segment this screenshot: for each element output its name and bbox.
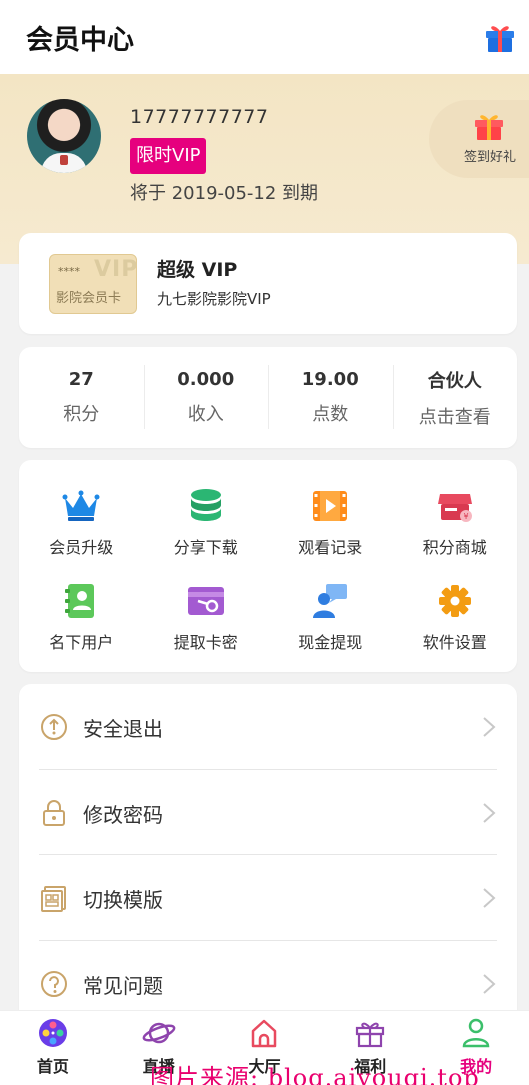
vip-ticket-image: **** VIP 影院会员卡 bbox=[49, 254, 137, 314]
grid-label: 提取卡密 bbox=[173, 632, 238, 652]
user-phone: 17777777777 bbox=[130, 106, 269, 128]
ticket-vip-text: VIP bbox=[94, 257, 139, 282]
lock-icon bbox=[43, 800, 65, 826]
function-grid: 会员升级 分享下载 观看记录 ¥ 积分商城 名下用户 提取卡密 现金提现 软件设… bbox=[19, 460, 517, 672]
logout-icon bbox=[41, 714, 67, 740]
grid-item-users[interactable]: 名下用户 bbox=[19, 569, 144, 664]
vip-name: 超级 VIP bbox=[157, 259, 238, 281]
menu-label: 安全退出 bbox=[83, 716, 163, 741]
menu-label: 修改密码 bbox=[83, 802, 163, 827]
stat-value: 合伙人 bbox=[427, 370, 482, 392]
menu-label: 切换模版 bbox=[83, 887, 163, 912]
film-reel-icon bbox=[38, 1019, 67, 1047]
gift-icon[interactable] bbox=[483, 20, 517, 54]
gift-icon bbox=[475, 115, 503, 140]
house-icon bbox=[252, 1019, 277, 1048]
planet-icon bbox=[142, 1022, 176, 1044]
stat-credits[interactable]: 19.00 点数 bbox=[268, 347, 393, 448]
template-icon bbox=[41, 886, 66, 912]
menu-item-template[interactable]: 切换模版 bbox=[39, 855, 497, 941]
tab-label: 首页 bbox=[36, 1057, 69, 1076]
avatar[interactable] bbox=[27, 99, 101, 173]
gift-icon bbox=[356, 1022, 385, 1048]
stat-label: 点数 bbox=[312, 404, 349, 425]
tab-home[interactable]: 首页 bbox=[0, 1011, 106, 1085]
menu-item-logout[interactable]: 安全退出 bbox=[39, 684, 497, 770]
signin-button[interactable]: 签到好礼 bbox=[429, 100, 529, 178]
top-bar: 会员中心 bbox=[0, 0, 529, 74]
grid-label: 软件设置 bbox=[422, 632, 487, 652]
ticket-label: 影院会员卡 bbox=[56, 291, 122, 306]
grid-item-shop[interactable]: ¥ 积分商城 bbox=[393, 474, 518, 569]
stat-value: 0.000 bbox=[177, 369, 235, 390]
crown-icon bbox=[62, 490, 100, 521]
grid-label: 分享下载 bbox=[173, 537, 238, 557]
chevron-right-icon bbox=[483, 888, 496, 908]
stat-label: 积分 bbox=[63, 404, 100, 425]
grid-item-share[interactable]: 分享下载 bbox=[144, 474, 269, 569]
stat-value: 27 bbox=[68, 369, 94, 390]
chevron-right-icon bbox=[483, 717, 496, 737]
menu-item-password[interactable]: 修改密码 bbox=[39, 770, 497, 856]
gear-icon bbox=[438, 584, 471, 617]
chevron-right-icon bbox=[483, 803, 496, 823]
shop-icon: ¥ bbox=[437, 493, 472, 522]
grid-label: 会员升级 bbox=[49, 537, 114, 557]
grid-item-withdraw[interactable]: 现金提现 bbox=[268, 569, 393, 664]
grid-label: 名下用户 bbox=[49, 632, 114, 652]
contacts-icon bbox=[65, 583, 95, 618]
vip-badge: 限时VIP bbox=[130, 138, 207, 174]
card-key-icon bbox=[187, 586, 224, 615]
expire-date: 将于 2019-05-12 到期 bbox=[130, 183, 319, 204]
watermark-text: 图片来源: blog.aiyouqi.top bbox=[150, 1064, 480, 1085]
customer-service-icon bbox=[313, 583, 348, 618]
stat-label: 收入 bbox=[187, 404, 224, 425]
user-icon bbox=[462, 1018, 490, 1048]
vip-desc: 九七影院影院VIP bbox=[157, 290, 271, 308]
ticket-stars: **** bbox=[58, 265, 80, 278]
stat-value: 19.00 bbox=[301, 369, 359, 390]
menu-label: 常见问题 bbox=[83, 973, 163, 998]
film-icon bbox=[313, 490, 348, 521]
grid-label: 观看记录 bbox=[298, 537, 363, 557]
grid-item-upgrade[interactable]: 会员升级 bbox=[19, 474, 144, 569]
stat-label: 点击查看 bbox=[418, 406, 491, 428]
settings-menu: 安全退出 修改密码 切换模版 常见问题 bbox=[19, 684, 517, 1024]
stats-card: 27 积分 0.000 收入 19.00 点数 合伙人 点击查看 bbox=[19, 347, 517, 448]
signin-label: 签到好礼 bbox=[464, 150, 517, 165]
grid-item-extract-card[interactable]: 提取卡密 bbox=[144, 569, 269, 664]
svg-text:¥: ¥ bbox=[463, 512, 468, 521]
vip-card[interactable]: **** VIP 影院会员卡 超级 VIP 九七影院影院VIP bbox=[19, 233, 517, 334]
stat-income[interactable]: 0.000 收入 bbox=[143, 347, 269, 448]
stat-points[interactable]: 27 积分 bbox=[19, 347, 144, 448]
stat-partner[interactable]: 合伙人 点击查看 bbox=[392, 347, 518, 448]
grid-item-history[interactable]: 观看记录 bbox=[268, 474, 393, 569]
chevron-right-icon bbox=[483, 974, 496, 994]
grid-item-settings[interactable]: 软件设置 bbox=[393, 569, 518, 664]
page-title: 会员中心 bbox=[26, 24, 134, 56]
grid-label: 积分商城 bbox=[422, 537, 487, 557]
question-icon bbox=[41, 971, 67, 997]
grid-label: 现金提现 bbox=[298, 632, 363, 652]
database-icon bbox=[190, 488, 221, 521]
